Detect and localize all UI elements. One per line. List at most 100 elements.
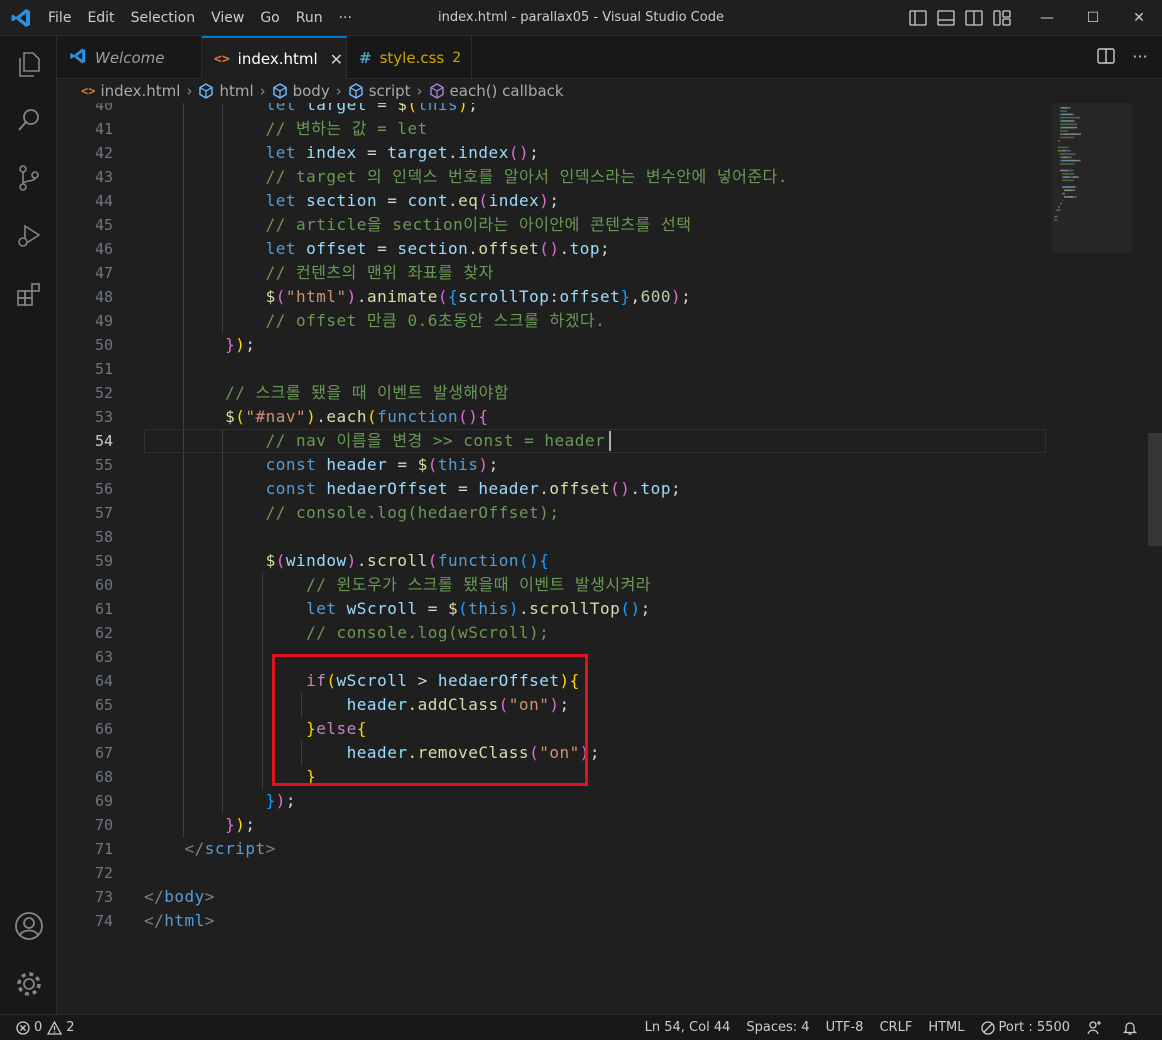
accounts-status-icon[interactable] bbox=[1078, 1020, 1114, 1036]
extensions-icon[interactable] bbox=[0, 270, 57, 318]
line-number: 64 bbox=[94, 672, 113, 690]
line-number: 48 bbox=[94, 288, 113, 306]
toggle-panel-icon[interactable] bbox=[932, 0, 960, 36]
line-code: }); bbox=[225, 815, 256, 834]
indentation-status[interactable]: Spaces: 4 bbox=[738, 1020, 817, 1035]
customize-layout-icon[interactable] bbox=[988, 0, 1016, 36]
toggle-secondary-sidebar-icon[interactable] bbox=[960, 0, 988, 36]
breadcrumb: <> index.html › html › body › script › e… bbox=[57, 79, 1162, 103]
line-number: 74 bbox=[94, 912, 113, 930]
code-line[interactable]: 61 let wScroll = $(this).scrollTop(); bbox=[57, 597, 1057, 621]
maximize-button[interactable]: ☐ bbox=[1070, 0, 1116, 36]
code-line[interactable]: 74 </html> bbox=[57, 909, 1057, 933]
problems-status[interactable]: 0 2 bbox=[12, 1020, 83, 1035]
close-tab-icon[interactable]: ✕ bbox=[330, 50, 343, 69]
line-number: 69 bbox=[94, 792, 113, 810]
breadcrumb-script[interactable]: › script bbox=[330, 82, 411, 100]
minimize-button[interactable]: — bbox=[1024, 0, 1070, 36]
live-server-port[interactable]: Port : 5500 bbox=[973, 1020, 1079, 1035]
code-line[interactable]: 44 let section = cont.eq(index); bbox=[57, 189, 1057, 213]
menu-edit[interactable]: Edit bbox=[79, 0, 122, 36]
breadcrumb-callback[interactable]: › each() callback bbox=[411, 82, 564, 100]
title-actions: — ☐ ✕ bbox=[904, 0, 1162, 36]
code-line[interactable]: 42 let index = target.index(); bbox=[57, 141, 1057, 165]
menu-run[interactable]: Run bbox=[288, 0, 331, 36]
code-line[interactable]: 46 let offset = section.offset().top; bbox=[57, 237, 1057, 261]
line-code: let wScroll = $(this).scrollTop(); bbox=[306, 599, 651, 618]
warning-count: 2 bbox=[66, 1020, 75, 1035]
line-number: 50 bbox=[94, 336, 113, 354]
menu-go[interactable]: Go bbox=[252, 0, 287, 36]
eol-status[interactable]: CRLF bbox=[871, 1020, 920, 1035]
code-line[interactable]: 59 $(window).scroll(function(){ bbox=[57, 549, 1057, 573]
tab-welcome[interactable]: Welcome bbox=[57, 36, 202, 79]
html-file-icon: <> bbox=[214, 51, 230, 67]
toggle-primary-sidebar-icon[interactable] bbox=[904, 0, 932, 36]
menu-view[interactable]: View bbox=[203, 0, 252, 36]
minimap[interactable] bbox=[1052, 103, 1132, 1014]
accounts-icon[interactable] bbox=[0, 902, 57, 950]
settings-gear-icon[interactable] bbox=[0, 960, 57, 1008]
code-line[interactable]: 54 // nav 이름을 변경 >> const = header bbox=[57, 429, 1057, 453]
code-line[interactable]: 48 $("html").animate({scrollTop:offset},… bbox=[57, 285, 1057, 309]
notifications-bell-icon[interactable] bbox=[1114, 1020, 1150, 1036]
code-line[interactable]: 60 // 윈도우가 스크롤 됐을때 이벤트 발생시켜라 bbox=[57, 573, 1057, 597]
code-line[interactable]: 43 // target 의 인덱스 번호를 알아서 인덱스라는 변수안에 넣어… bbox=[57, 165, 1057, 189]
menu-file[interactable]: File bbox=[40, 0, 79, 36]
line-code: // 스크롤 됐을 때 이벤트 발생해야함 bbox=[225, 383, 510, 402]
symbol-method-icon bbox=[429, 83, 445, 99]
explorer-icon[interactable] bbox=[0, 40, 57, 88]
code-line[interactable]: 51 bbox=[57, 357, 1057, 381]
line-number: 61 bbox=[94, 600, 113, 618]
source-control-icon[interactable] bbox=[0, 154, 57, 202]
breadcrumb-label: script bbox=[368, 82, 411, 100]
run-debug-icon[interactable] bbox=[0, 212, 57, 260]
line-code: $(window).scroll(function(){ bbox=[265, 551, 550, 570]
code-line[interactable]: 58 bbox=[57, 525, 1057, 549]
split-editor-icon[interactable] bbox=[1094, 44, 1118, 68]
code-editor[interactable]: 40 let target = $(this); 41 // 변하는 값 = le… bbox=[57, 103, 1162, 1014]
code-line[interactable]: 73 </body> bbox=[57, 885, 1057, 909]
line-code: const header = $(this); bbox=[265, 455, 499, 474]
line-number: 55 bbox=[94, 456, 113, 474]
code-line[interactable]: 57 // console.log(hedaerOffset); bbox=[57, 501, 1057, 525]
code-line[interactable]: 47 // 컨텐츠의 맨위 좌표를 찾자 bbox=[57, 261, 1057, 285]
line-number: 45 bbox=[94, 216, 113, 234]
line-code: // console.log(wScroll); bbox=[306, 623, 550, 642]
vertical-scrollbar[interactable] bbox=[1148, 103, 1162, 1014]
language-mode[interactable]: HTML bbox=[920, 1020, 972, 1035]
tab-index-html[interactable]: <> index.html ✕ bbox=[202, 36, 347, 80]
code-line[interactable]: 70 }); bbox=[57, 813, 1057, 837]
code-line[interactable]: 69 }); bbox=[57, 789, 1057, 813]
more-actions-icon[interactable]: ··· bbox=[1128, 44, 1152, 68]
code-line[interactable]: 53 $("#nav").each(function(){ bbox=[57, 405, 1057, 429]
error-icon bbox=[16, 1020, 30, 1035]
code-line[interactable]: 40 let target = $(this); bbox=[57, 103, 1057, 117]
code-line[interactable]: 52 // 스크롤 됐을 때 이벤트 발생해야함 bbox=[57, 381, 1057, 405]
cursor-position[interactable]: Ln 54, Col 44 bbox=[637, 1020, 739, 1035]
tab-label: index.html bbox=[237, 50, 318, 68]
code-line[interactable]: 49 // offset 만큼 0.6초동안 스크롤 하겠다. bbox=[57, 309, 1057, 333]
line-code: const hedaerOffset = header.offset().top… bbox=[265, 479, 682, 498]
menu-bar: File Edit Selection View Go Run ··· bbox=[40, 0, 360, 36]
code-line[interactable]: 72 bbox=[57, 861, 1057, 885]
menu-selection[interactable]: Selection bbox=[123, 0, 204, 36]
code-line[interactable]: 45 // article을 section이라는 아이안에 콘텐츠를 선택 bbox=[57, 213, 1057, 237]
code-line[interactable]: 56 const hedaerOffset = header.offset().… bbox=[57, 477, 1057, 501]
breadcrumb-file[interactable]: <> index.html bbox=[81, 82, 180, 100]
code-line[interactable]: 50 }); bbox=[57, 333, 1057, 357]
tab-style-css[interactable]: # style.css 2 bbox=[347, 36, 472, 79]
breadcrumb-html[interactable]: › html bbox=[180, 82, 253, 100]
line-number: 59 bbox=[94, 552, 113, 570]
code-line[interactable]: 55 const header = $(this); bbox=[57, 453, 1057, 477]
breadcrumb-body[interactable]: › body bbox=[254, 82, 330, 100]
code-line[interactable]: 41 // 변하는 값 = let bbox=[57, 117, 1057, 141]
code-line[interactable]: 71 </script> bbox=[57, 837, 1057, 861]
menu-more[interactable]: ··· bbox=[331, 0, 360, 36]
search-icon[interactable] bbox=[0, 96, 57, 144]
close-button[interactable]: ✕ bbox=[1116, 0, 1162, 36]
code-line[interactable]: 62 // console.log(wScroll); bbox=[57, 621, 1057, 645]
scrollbar-thumb[interactable] bbox=[1148, 433, 1162, 546]
tab-label: style.css bbox=[379, 48, 445, 67]
encoding-status[interactable]: UTF-8 bbox=[818, 1020, 872, 1035]
